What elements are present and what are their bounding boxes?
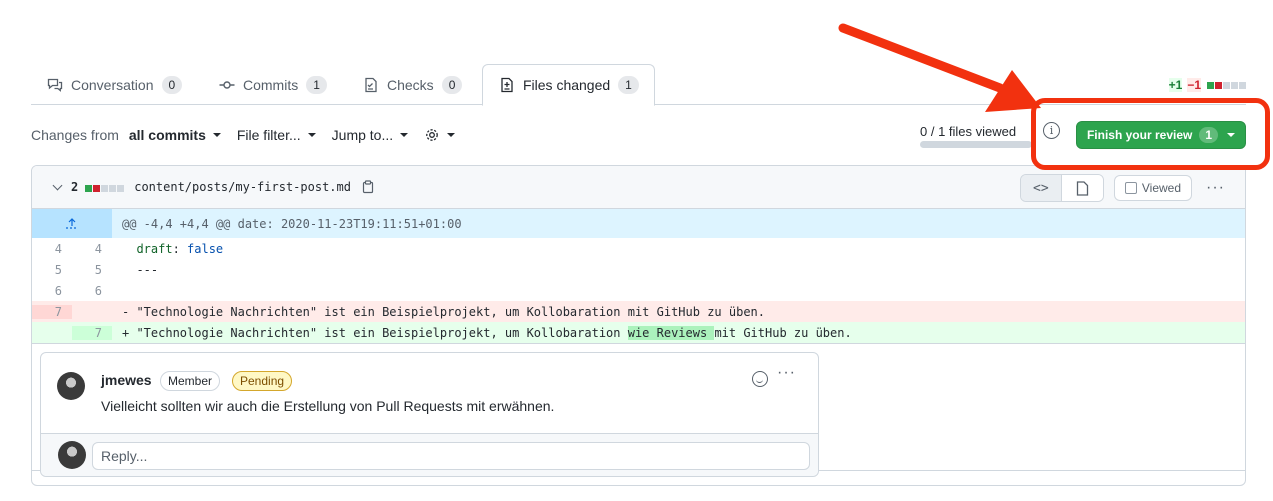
file-diffstat-bar	[84, 179, 125, 195]
hunk-header: @@ -4,4 +4,4 @@ date: 2020-11-23T19:11:5…	[122, 216, 462, 231]
viewed-checkbox[interactable]	[1124, 182, 1137, 194]
additions-count: +1	[1168, 78, 1183, 92]
viewed-label: Viewed	[1141, 181, 1182, 195]
file-changes-count: 2	[71, 180, 79, 194]
file-path[interactable]: content/posts/my-first-post.md	[134, 180, 351, 194]
line-code: + "Technologie Nachrichten" ist ein Beis…	[112, 325, 852, 340]
finish-review-button[interactable]: Finish your review 1	[1076, 121, 1246, 149]
file-filter-dropdown[interactable]: File filter...	[237, 127, 316, 143]
file-header: 2 content/posts/my-first-post.md <> View…	[32, 166, 1245, 209]
diff-toolbar: Changes from all commits File filter... …	[31, 122, 456, 148]
diffstat-bar	[1206, 78, 1246, 92]
tab-commits[interactable]: Commits 1	[203, 64, 342, 105]
jump-to-dropdown[interactable]: Jump to...	[331, 127, 409, 143]
diff-line-context: 4 4 draft: false	[32, 238, 1245, 259]
line-text: ---	[136, 262, 159, 277]
tab-conversation[interactable]: Conversation 0	[31, 64, 197, 105]
line-code: ---	[112, 263, 158, 277]
finish-review-label: Finish your review	[1086, 128, 1193, 142]
comment-discussion-icon	[46, 76, 63, 93]
checklist-icon	[362, 76, 379, 93]
comment-body: Vielleicht sollten wir auch die Erstellu…	[101, 398, 555, 414]
diff-line-addition: 7 + "Technologie Nachrichten" ist ein Be…	[32, 322, 1245, 343]
diff-line-deletion: 7 - "Technologie Nachrichten" ist ein Be…	[32, 301, 1245, 322]
info-icon[interactable]: i	[1043, 122, 1060, 139]
tab-files-changed[interactable]: Files changed 1	[482, 64, 655, 106]
member-label: Member	[160, 371, 221, 391]
old-line-number[interactable]: 6	[32, 284, 72, 298]
line-text: mit GitHub zu üben.	[714, 325, 852, 340]
files-viewed-text: 0 / 1 files viewed	[920, 124, 1017, 139]
caret-down-icon	[212, 133, 221, 137]
gear-icon	[426, 129, 438, 141]
tab-checks[interactable]: Checks 0	[347, 64, 477, 105]
expand-up-icon[interactable]	[32, 209, 112, 238]
jump-to-label: Jump to...	[331, 127, 394, 143]
line-code: draft: false	[112, 242, 223, 256]
new-line-number[interactable]: 6	[72, 284, 112, 298]
changes-from-prefix: Changes from	[31, 127, 119, 143]
pending-comments-count: 1	[1199, 127, 1219, 143]
viewed-toggle[interactable]: Viewed	[1113, 175, 1193, 201]
hunk-header-row: @@ -4,4 +4,4 @@ date: 2020-11-23T19:11:5…	[32, 209, 1245, 238]
pr-diffstat: +1 −1	[1168, 78, 1246, 92]
reply-input[interactable]	[92, 442, 810, 470]
line-code: - "Technologie Nachrichten" ist ein Beis…	[122, 304, 765, 319]
tab-counter: 0	[441, 75, 463, 94]
inline-comment-thread: jmewes Member Pending ··· Vielleicht sol…	[32, 343, 1245, 477]
new-line-number[interactable]: 7	[72, 325, 112, 340]
comment-author[interactable]: jmewes	[101, 372, 152, 388]
smiley-icon[interactable]	[752, 371, 768, 387]
chevron-down-icon[interactable]	[52, 180, 63, 191]
kebab-menu-icon[interactable]: ···	[773, 365, 800, 381]
yaml-value: false	[187, 241, 224, 256]
copy-icon[interactable]	[361, 180, 375, 194]
rich-view-button[interactable]	[1061, 175, 1103, 201]
caret-down-icon	[307, 133, 316, 137]
tab-label: Checks	[387, 76, 434, 93]
tab-counter: 1	[306, 75, 327, 94]
caret-down-icon	[1227, 133, 1236, 137]
file-diff: 2 content/posts/my-first-post.md <> View…	[31, 165, 1246, 486]
caret-down-icon	[447, 133, 456, 137]
deletions-count: −1	[1187, 78, 1201, 92]
tab-label: Conversation	[71, 76, 154, 93]
old-line-number[interactable]: 4	[32, 242, 72, 256]
word-addition: wie Reviews	[627, 325, 715, 340]
file-icon	[1076, 180, 1089, 196]
caret-down-icon	[400, 133, 409, 137]
tab-counter: 0	[161, 75, 183, 94]
tab-label: Commits	[243, 76, 299, 93]
kebab-menu-icon[interactable]: ···	[1202, 180, 1229, 196]
new-line-number[interactable]: 4	[72, 242, 112, 256]
files-viewed-progress	[920, 141, 1032, 148]
diff-line-context: 5 5 ---	[32, 259, 1245, 280]
line-text: + "Technologie Nachrichten" ist ein Beis…	[122, 325, 628, 340]
view-toggle: <>	[1019, 174, 1104, 202]
reply-row	[41, 434, 818, 476]
diff-line-context: 6 6	[32, 280, 1245, 301]
file-header-actions: <> Viewed ···	[1019, 174, 1229, 202]
changes-from-dropdown[interactable]: Changes from all commits	[31, 127, 221, 143]
code-icon: <>	[1033, 180, 1049, 196]
file-diff-icon	[498, 77, 515, 94]
yaml-colon: :	[172, 241, 188, 256]
diff-settings-button[interactable]	[424, 127, 456, 143]
code-view-button[interactable]: <>	[1020, 175, 1062, 201]
pending-label: Pending	[232, 371, 293, 391]
tab-label: Files changed	[523, 77, 611, 93]
changes-from-value: all commits	[128, 127, 206, 143]
new-line-number[interactable]: 5	[72, 263, 112, 277]
tab-counter: 1	[618, 76, 639, 94]
old-line-number[interactable]: 7	[32, 304, 72, 319]
git-commit-icon	[218, 76, 235, 93]
review-comment: jmewes Member Pending ··· Vielleicht sol…	[40, 352, 819, 477]
old-line-number[interactable]: 5	[32, 263, 72, 277]
avatar[interactable]	[58, 441, 86, 469]
avatar[interactable]	[57, 372, 85, 400]
file-filter-label: File filter...	[236, 127, 301, 143]
pr-tabs: Conversation 0 Commits 1 Checks 0 Files …	[31, 64, 1246, 106]
comment-content: jmewes Member Pending ··· Vielleicht sol…	[41, 353, 818, 434]
yaml-key: draft	[136, 241, 173, 256]
